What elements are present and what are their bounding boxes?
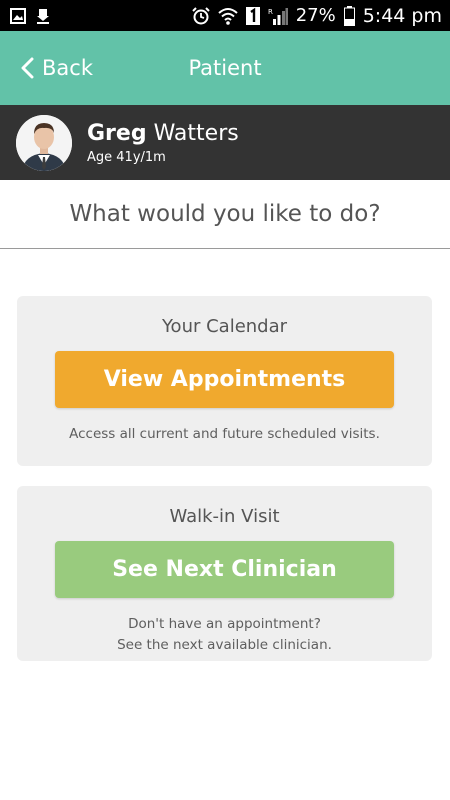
sim-icon [245, 6, 260, 25]
patient-header: Greg Watters Age 41y/1m [0, 105, 450, 180]
calendar-card-description: Access all current and future scheduled … [69, 426, 380, 442]
calendar-card: Your Calendar View Appointments Access a… [17, 296, 432, 466]
patient-last-name: Watters [153, 120, 239, 146]
action-prompt: What would you like to do? [0, 180, 450, 249]
status-right: R 27% 5:44 pm [191, 4, 442, 27]
view-appointments-button[interactable]: View Appointments [55, 351, 394, 408]
status-left [10, 7, 50, 24]
patient-name: Greg Watters [87, 121, 239, 147]
status-bar: R 27% 5:44 pm [0, 0, 450, 31]
walkin-description-line1: Don't have an appointment? [128, 616, 321, 632]
chevron-left-icon [20, 57, 34, 79]
download-icon [36, 8, 50, 24]
svg-text:R: R [268, 8, 273, 16]
wifi-icon [218, 7, 238, 25]
clock: 5:44 pm [362, 4, 442, 27]
battery-percent: 27% [295, 5, 336, 26]
avatar [16, 114, 72, 171]
battery-icon [343, 5, 355, 26]
walkin-description-line2: See the next available clinician. [117, 637, 332, 653]
back-label: Back [42, 56, 93, 80]
patient-first-name: Greg [87, 120, 147, 146]
image-icon [10, 7, 26, 24]
back-button[interactable]: Back [20, 31, 93, 105]
walkin-card-description: Don't have an appointment? See the next … [117, 614, 332, 656]
patient-age: Age 41y/1m [87, 149, 166, 165]
alarm-icon [191, 6, 210, 25]
calendar-card-title: Your Calendar [161, 316, 288, 337]
walkin-card-title: Walk-in Visit [169, 506, 280, 527]
see-next-clinician-button[interactable]: See Next Clinician [55, 541, 394, 598]
app-header: Back Patient [0, 31, 450, 105]
signal-icon: R [268, 7, 288, 25]
patient-info: Greg Watters Age 41y/1m [87, 121, 239, 165]
walkin-card: Walk-in Visit See Next Clinician Don't h… [17, 486, 432, 661]
